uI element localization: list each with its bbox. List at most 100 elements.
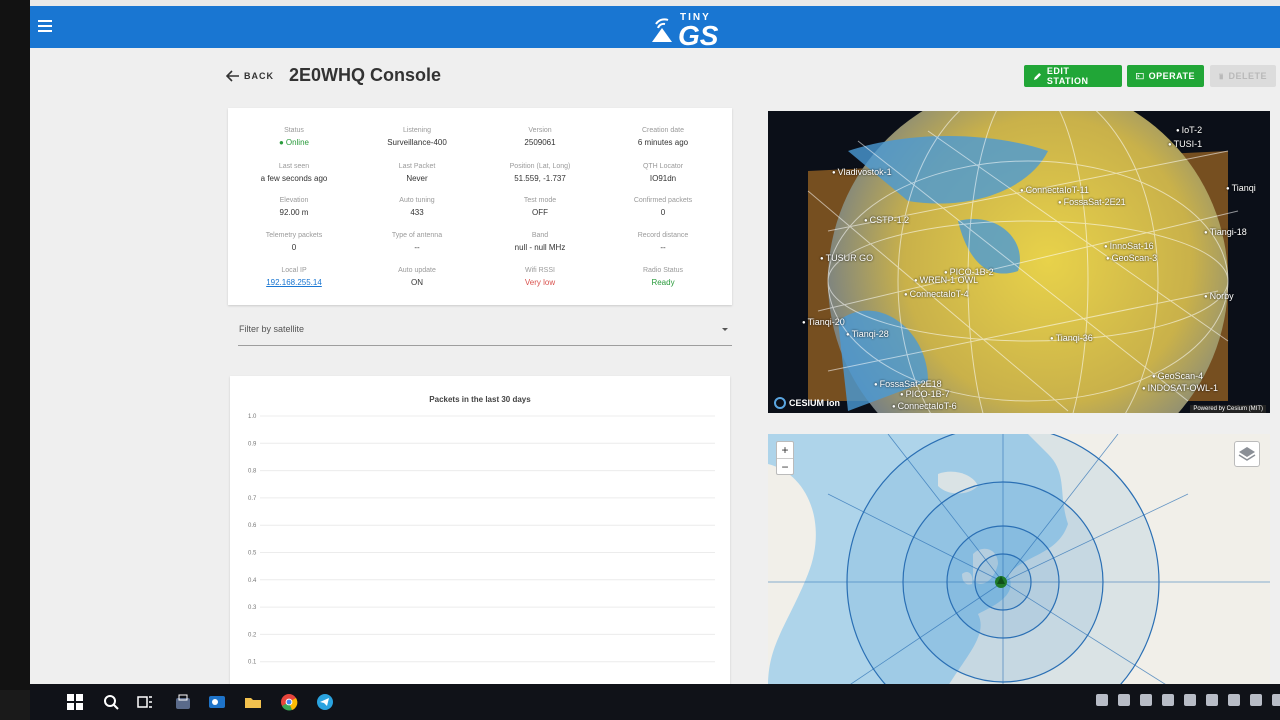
satellite-label: ConnectaIoT-4 [904, 289, 969, 299]
cesium-credit[interactable]: CESIUM ion [774, 397, 840, 409]
info-field-value: 2509061 [524, 138, 556, 147]
info-field-label: Radio Status [642, 267, 684, 274]
store-icon[interactable] [174, 693, 192, 711]
layers-icon [1238, 447, 1256, 461]
tray-gmail-icon[interactable] [1140, 694, 1152, 706]
info-field: Position (Lat, Long) 51.559, -1.737 [480, 163, 600, 183]
info-field-label: Version [528, 127, 552, 134]
info-field-label: Listening [402, 127, 432, 134]
edit-station-button[interactable]: EDIT STATION [1024, 65, 1122, 87]
zoom-out-button[interactable]: − [777, 458, 793, 474]
satellite-label: WREN-1 OWL [914, 275, 979, 285]
cesium-credit-text: CESIUM ion [789, 398, 840, 408]
search-icon[interactable] [102, 693, 120, 711]
info-field: Version 2509061 [480, 127, 600, 147]
pencil-icon [1033, 72, 1041, 80]
info-field-value: 51.559, -1.737 [514, 174, 566, 183]
y-tick-label: 0.8 [248, 469, 257, 475]
satellite-label: IoT-2 [1176, 125, 1203, 135]
info-field: Listening Surveillance-400 [357, 127, 477, 147]
satellite-label: GeoScan-3 [1106, 253, 1158, 263]
map-layers-button[interactable] [1234, 441, 1260, 467]
satellite-label: TUSUR GO [820, 253, 874, 263]
y-tick-label: 0.5 [248, 551, 257, 557]
satellite-label: Norby [1204, 291, 1234, 301]
station-info-card: Status Online Listening Surveillance-400 Ver… [228, 108, 732, 305]
coverage-map[interactable]: + − [768, 434, 1270, 686]
info-field-label: Band [531, 232, 549, 239]
info-field: Confirmed packets 0 [603, 197, 723, 217]
tray-notification-icon[interactable] [1272, 694, 1280, 706]
info-field: QTH Locator IO91dn [603, 163, 723, 183]
info-field: Type of antenna -- [357, 232, 477, 252]
delete-button[interactable]: DELETE [1210, 65, 1276, 87]
info-field-value: ON [411, 278, 423, 287]
tray-bluetooth-icon[interactable] [1250, 694, 1262, 706]
info-field-label: Wifi RSSI [525, 267, 555, 274]
info-field-value: Very low [524, 278, 556, 287]
operate-label: OPERATE [1148, 71, 1195, 81]
info-field-label: Auto tuning [399, 197, 435, 204]
tray-telegram-icon[interactable] [1096, 694, 1108, 706]
info-field-value: Ready [651, 278, 675, 287]
filter-label: Filter by satellite [239, 324, 305, 334]
info-field-value: -- [660, 243, 666, 252]
satellite-label: CSTP-1.2 [864, 215, 910, 225]
info-field: Local IP 192.168.255.14 [234, 267, 354, 287]
arrow-left-icon [226, 70, 239, 82]
info-field-label: Telemetry packets [265, 232, 323, 239]
tray-app-icon[interactable] [1184, 694, 1196, 706]
y-tick-label: 0.3 [248, 605, 257, 611]
packets-chart-card: Packets in the last 30 days 1.0 0.9 0.8 0.7… [230, 376, 730, 686]
info-field-label: Last Packet [398, 163, 436, 170]
info-field-value: 92.00 m [279, 208, 309, 217]
satellite-label: TUSI-1 [1168, 139, 1203, 149]
outlook-icon[interactable] [208, 693, 226, 711]
tray-window-icon[interactable] [1162, 694, 1174, 706]
info-field-value: Never [406, 174, 428, 183]
tray-cloud-icon[interactable] [1118, 694, 1130, 706]
info-field: Last seen a few seconds ago [234, 163, 354, 183]
info-field-value[interactable]: 192.168.255.14 [234, 278, 354, 287]
satellite-label: Tianqi-28 [846, 329, 889, 339]
telegram-icon[interactable] [316, 693, 334, 711]
packets-chart: 1.0 0.9 0.8 0.7 0.6 0.5 0.4 0.3 0.2 0.1 [248, 414, 715, 666]
info-field: Wifi RSSI Very low [480, 267, 600, 287]
operate-button[interactable]: OPERATE [1127, 65, 1204, 87]
satellite-label: InnoSat-16 [1104, 241, 1154, 251]
windows-taskbar [30, 684, 1280, 720]
info-field-label: Elevation [279, 197, 309, 204]
tinygs-logo[interactable]: TINY GS [648, 10, 728, 50]
back-button[interactable]: BACK [226, 70, 274, 82]
y-tick-label: 0.6 [248, 523, 257, 529]
info-field-label: Local IP [281, 267, 307, 274]
info-field: Telemetry packets 0 [234, 232, 354, 252]
satellite-label: Tianqi [1226, 183, 1256, 193]
zoom-in-button[interactable]: + [777, 442, 793, 458]
info-field: Status Online [234, 127, 354, 147]
file-explorer-icon[interactable] [244, 693, 262, 711]
info-field: Auto update ON [357, 267, 477, 287]
satellite-label: INDOSAT-OWL-1 [1142, 383, 1218, 393]
windows-start-icon[interactable] [66, 693, 84, 711]
trash-icon [1219, 73, 1224, 79]
satellite-label: GeoScan-4 [1152, 371, 1204, 381]
info-field-value: Surveillance-400 [387, 138, 447, 147]
monitor-bezel [0, 0, 30, 690]
task-view-icon[interactable] [136, 693, 154, 711]
info-field-label: Status [284, 127, 304, 134]
console-icon [1136, 72, 1144, 79]
tray-wifi-icon[interactable] [1228, 694, 1240, 706]
chrome-icon[interactable] [280, 693, 298, 711]
info-field-label: Auto update [398, 267, 436, 274]
info-field: Test mode OFF [480, 197, 600, 217]
tray-usb-icon[interactable] [1206, 694, 1218, 706]
menu-icon[interactable] [38, 20, 52, 32]
satellite-filter-select[interactable]: Filter by satellite [238, 318, 732, 346]
info-field-label: Last seen [278, 163, 310, 170]
map-zoom-control: + − [776, 441, 794, 475]
info-field: Last Packet Never [357, 163, 477, 183]
powered-by-credit[interactable]: Powered by Cesium (MIT) [1190, 405, 1266, 413]
satellite-globe-view[interactable]: IoT-2 TUSI-1 Tianqi Tiangi-18 Norby Conn… [768, 111, 1270, 413]
info-field: Record distance -- [603, 232, 723, 252]
